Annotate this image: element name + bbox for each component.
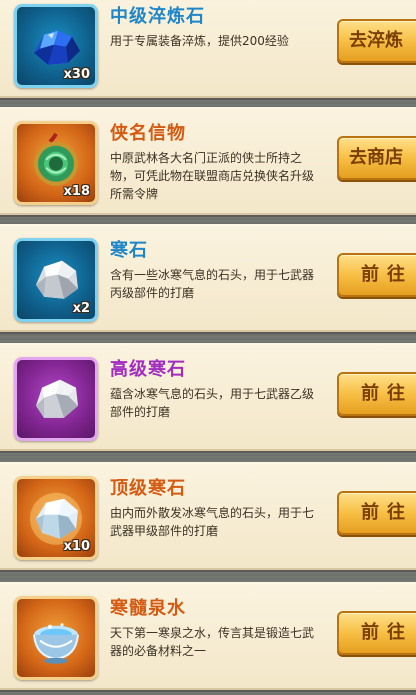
list-item: x18 侠名信物 中原武林各大名门正派的侠士所持之物，可凭此物在联盟商店兑换侠名… [0,107,416,215]
list-item: 高级寒石 蕴含冰寒气息的石头，用于七武器乙级部件的打磨 前往 [0,343,416,451]
item-count: x2 [72,301,90,316]
item-title: 高级寒石 [110,359,186,380]
list-item: x30 中级淬炼石 用于专属装备淬炼，提供200经验 去淬炼 [0,0,416,98]
item-title: 中级淬炼石 [110,6,205,27]
item-icon-frame[interactable]: x10 [14,476,98,560]
item-title: 寒髓泉水 [110,598,186,619]
spring-water-bowl-icon [33,623,79,664]
item-icon-frame[interactable] [14,357,98,441]
item-description: 含有一些冰寒气息的石头，用于七武器丙级部件的打磨 [110,268,315,300]
go-shop-button[interactable]: 去商店 [337,136,416,180]
item-list: x30 中级淬炼石 用于专属装备淬炼，提供200经验 去淬炼 x18 侠名信物 … [0,0,416,695]
item-title: 顶级寒石 [110,478,186,499]
item-description: 中原武林各大名门正派的侠士所持之物，可凭此物在联盟商店兑换侠名升级所需令牌 [110,151,315,201]
item-description: 蕴含冰寒气息的石头，用于七武器乙级部件的打磨 [110,387,315,419]
list-item: 寒髓泉水 天下第一寒泉之水，传言其是锻造七武器的必备材料之一 前往 [0,582,416,690]
cold-stone-icon [36,379,78,418]
item-icon-frame[interactable] [14,596,98,680]
go-to-button[interactable]: 前往 [337,611,416,655]
list-item: x10 顶级寒石 由内而外散发冰寒气息的石头，用于七武器甲级部件的打磨 前往 [0,462,416,570]
item-icon-frame[interactable]: x2 [14,238,98,322]
go-to-button[interactable]: 前往 [337,372,416,416]
item-description: 用于专属装备淬炼，提供200经验 [110,34,289,48]
list-item: x2 寒石 含有一些冰寒气息的石头，用于七武器丙级部件的打磨 前往 [0,224,416,332]
item-count: x30 [63,67,90,82]
item-description: 天下第一寒泉之水，传言其是锻造七武器的必备材料之一 [110,626,315,658]
item-count: x18 [63,184,90,199]
item-description: 由内而外散发冰寒气息的石头，用于七武器甲级部件的打磨 [110,506,315,538]
item-count: x10 [63,539,90,554]
go-refine-button[interactable]: 去淬炼 [337,19,416,63]
item-title: 寒石 [110,240,148,261]
item-icon-frame[interactable]: x30 [14,4,98,88]
item-title: 侠名信物 [110,123,186,144]
go-to-button[interactable]: 前往 [337,491,416,535]
item-icon-frame[interactable]: x18 [14,121,98,205]
go-to-button[interactable]: 前往 [337,253,416,297]
